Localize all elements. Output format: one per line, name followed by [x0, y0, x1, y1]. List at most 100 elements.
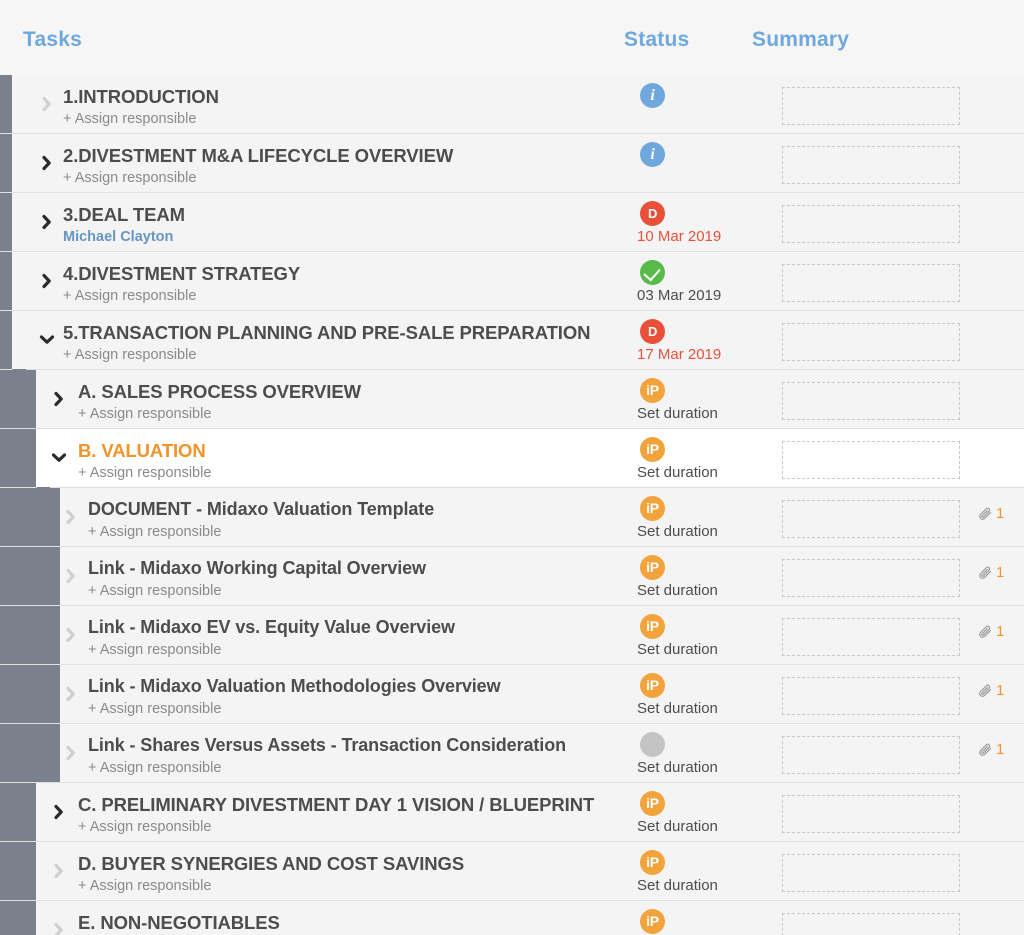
- set-duration-link[interactable]: Set duration: [637, 523, 718, 540]
- summary-dropzone[interactable]: [782, 736, 960, 774]
- set-duration-link[interactable]: Set duration: [637, 641, 718, 658]
- status-badge-prog-icon[interactable]: iP: [640, 437, 665, 462]
- task-title[interactable]: B. VALUATION: [78, 440, 206, 462]
- task-title[interactable]: Link - Midaxo Working Capital Overview: [88, 558, 426, 579]
- assign-responsible-link[interactable]: + Assign responsible: [78, 465, 211, 481]
- summary-dropzone[interactable]: [782, 795, 960, 833]
- table-row[interactable]: DOCUMENT - Midaxo Valuation Template + As…: [0, 488, 1024, 547]
- chevron-right-icon[interactable]: [50, 862, 68, 880]
- task-title[interactable]: 4.DIVESTMENT STRATEGY: [63, 263, 300, 285]
- status-badge-info-icon[interactable]: i: [640, 83, 665, 108]
- attachment-indicator[interactable]: 1: [978, 682, 1004, 699]
- chevron-right-icon[interactable]: [38, 154, 56, 172]
- table-row[interactable]: Link - Midaxo EV vs. Equity Value Overvi…: [0, 606, 1024, 665]
- due-date-label[interactable]: 17 Mar 2019: [637, 346, 721, 363]
- assign-responsible-link[interactable]: + Assign responsible: [78, 878, 211, 894]
- column-header-summary[interactable]: Summary: [752, 28, 849, 52]
- assign-responsible-link[interactable]: + Assign responsible: [63, 111, 196, 127]
- assign-responsible-link[interactable]: + Assign responsible: [63, 170, 196, 186]
- chevron-right-icon[interactable]: [38, 213, 56, 231]
- assign-responsible-link[interactable]: + Assign responsible: [88, 701, 221, 717]
- summary-dropzone[interactable]: [782, 264, 960, 302]
- task-title[interactable]: 2.DIVESTMENT M&A LIFECYCLE OVERVIEW: [63, 145, 453, 167]
- table-row[interactable]: A. SALES PROCESS OVERVIEW + Assign respon…: [0, 370, 1024, 429]
- assign-responsible-link[interactable]: + Assign responsible: [78, 406, 211, 422]
- summary-dropzone[interactable]: [782, 87, 960, 125]
- table-row[interactable]: E. NON-NEGOTIABLES iP: [0, 901, 1024, 935]
- table-row[interactable]: C. PRELIMINARY DIVESTMENT DAY 1 VISION /…: [0, 783, 1024, 842]
- table-row[interactable]: 1.INTRODUCTION + Assign responsible i: [0, 75, 1024, 134]
- table-row[interactable]: 4.DIVESTMENT STRATEGY + Assign responsibl…: [0, 252, 1024, 311]
- table-row[interactable]: 3.DEAL TEAM Michael Clayton D 10 Mar 2019: [0, 193, 1024, 252]
- chevron-right-icon[interactable]: [62, 567, 80, 585]
- chevron-right-icon[interactable]: [50, 921, 68, 935]
- assign-responsible-link[interactable]: + Assign responsible: [88, 583, 221, 599]
- chevron-right-icon[interactable]: [38, 272, 56, 290]
- table-row[interactable]: Link - Shares Versus Assets - Transactio…: [0, 724, 1024, 783]
- task-title[interactable]: 1.INTRODUCTION: [63, 86, 219, 108]
- assign-responsible-link[interactable]: + Assign responsible: [88, 760, 221, 776]
- task-title[interactable]: Link - Midaxo EV vs. Equity Value Overvi…: [88, 617, 455, 638]
- chevron-right-icon[interactable]: [62, 626, 80, 644]
- assign-responsible-link[interactable]: + Assign responsible: [78, 819, 211, 835]
- assign-responsible-link[interactable]: + Assign responsible: [63, 288, 196, 304]
- table-row[interactable]: B. VALUATION + Assign responsible iP Set du…: [0, 429, 1024, 498]
- task-title[interactable]: C. PRELIMINARY DIVESTMENT DAY 1 VISION /…: [78, 794, 594, 816]
- set-duration-link[interactable]: Set duration: [637, 464, 718, 481]
- summary-dropzone[interactable]: [782, 618, 960, 656]
- set-duration-link[interactable]: Set duration: [637, 818, 718, 835]
- chevron-down-icon[interactable]: [38, 331, 56, 349]
- chevron-right-icon[interactable]: [62, 744, 80, 762]
- chevron-right-icon[interactable]: [50, 803, 68, 821]
- table-row[interactable]: Link - Midaxo Working Capital Overview + …: [0, 547, 1024, 606]
- task-title[interactable]: D. BUYER SYNERGIES AND COST SAVINGS: [78, 853, 464, 875]
- assign-responsible-link[interactable]: + Assign responsible: [88, 524, 221, 540]
- attachment-indicator[interactable]: 1: [978, 505, 1004, 522]
- chevron-right-icon[interactable]: [62, 508, 80, 526]
- set-duration-link[interactable]: Set duration: [637, 877, 718, 894]
- chevron-down-icon[interactable]: [50, 449, 68, 467]
- task-title[interactable]: Link - Shares Versus Assets - Transactio…: [88, 735, 566, 756]
- set-duration-link[interactable]: Set duration: [637, 759, 718, 776]
- status-badge-prog-icon[interactable]: iP: [640, 614, 665, 639]
- chevron-right-icon[interactable]: [50, 390, 68, 408]
- status-badge-done-icon[interactable]: [640, 260, 665, 285]
- task-title[interactable]: E. NON-NEGOTIABLES: [78, 912, 280, 934]
- task-title[interactable]: 5.TRANSACTION PLANNING AND PRE-SALE PREP…: [63, 322, 590, 344]
- task-title[interactable]: A. SALES PROCESS OVERVIEW: [78, 381, 361, 403]
- table-row[interactable]: 5.TRANSACTION PLANNING AND PRE-SALE PREP…: [0, 311, 1024, 380]
- status-badge-prog-icon[interactable]: iP: [640, 850, 665, 875]
- column-header-tasks[interactable]: Tasks: [23, 28, 82, 52]
- summary-dropzone[interactable]: [782, 913, 960, 935]
- summary-dropzone[interactable]: [782, 559, 960, 597]
- status-badge-prog-icon[interactable]: iP: [640, 555, 665, 580]
- status-badge-prog-icon[interactable]: iP: [640, 378, 665, 403]
- table-row[interactable]: 2.DIVESTMENT M&A LIFECYCLE OVERVIEW + Ass…: [0, 134, 1024, 193]
- assign-responsible-link[interactable]: + Assign responsible: [88, 642, 221, 658]
- status-badge-prog-icon[interactable]: iP: [640, 791, 665, 816]
- task-title[interactable]: Link - Midaxo Valuation Methodologies Ov…: [88, 676, 501, 697]
- summary-dropzone[interactable]: [782, 146, 960, 184]
- status-badge-none-icon[interactable]: [640, 732, 665, 757]
- column-header-status[interactable]: Status: [624, 28, 689, 52]
- due-date-label[interactable]: 10 Mar 2019: [637, 228, 721, 245]
- set-duration-link[interactable]: Set duration: [637, 582, 718, 599]
- task-title[interactable]: DOCUMENT - Midaxo Valuation Template: [88, 499, 434, 520]
- chevron-right-icon[interactable]: [38, 95, 56, 113]
- due-date-label[interactable]: 03 Mar 2019: [637, 287, 721, 304]
- attachment-indicator[interactable]: 1: [978, 623, 1004, 640]
- chevron-right-icon[interactable]: [62, 685, 80, 703]
- status-badge-prog-icon[interactable]: iP: [640, 909, 665, 934]
- set-duration-link[interactable]: Set duration: [637, 405, 718, 422]
- task-title[interactable]: 3.DEAL TEAM: [63, 204, 185, 226]
- status-badge-info-icon[interactable]: i: [640, 142, 665, 167]
- attachment-indicator[interactable]: 1: [978, 741, 1004, 758]
- attachment-indicator[interactable]: 1: [978, 564, 1004, 581]
- summary-dropzone[interactable]: [782, 441, 960, 479]
- table-row[interactable]: Link - Midaxo Valuation Methodologies Ov…: [0, 665, 1024, 724]
- assign-responsible-link[interactable]: + Assign responsible: [63, 347, 196, 363]
- status-badge-prog-icon[interactable]: iP: [640, 496, 665, 521]
- summary-dropzone[interactable]: [782, 382, 960, 420]
- summary-dropzone[interactable]: [782, 205, 960, 243]
- set-duration-link[interactable]: Set duration: [637, 700, 718, 717]
